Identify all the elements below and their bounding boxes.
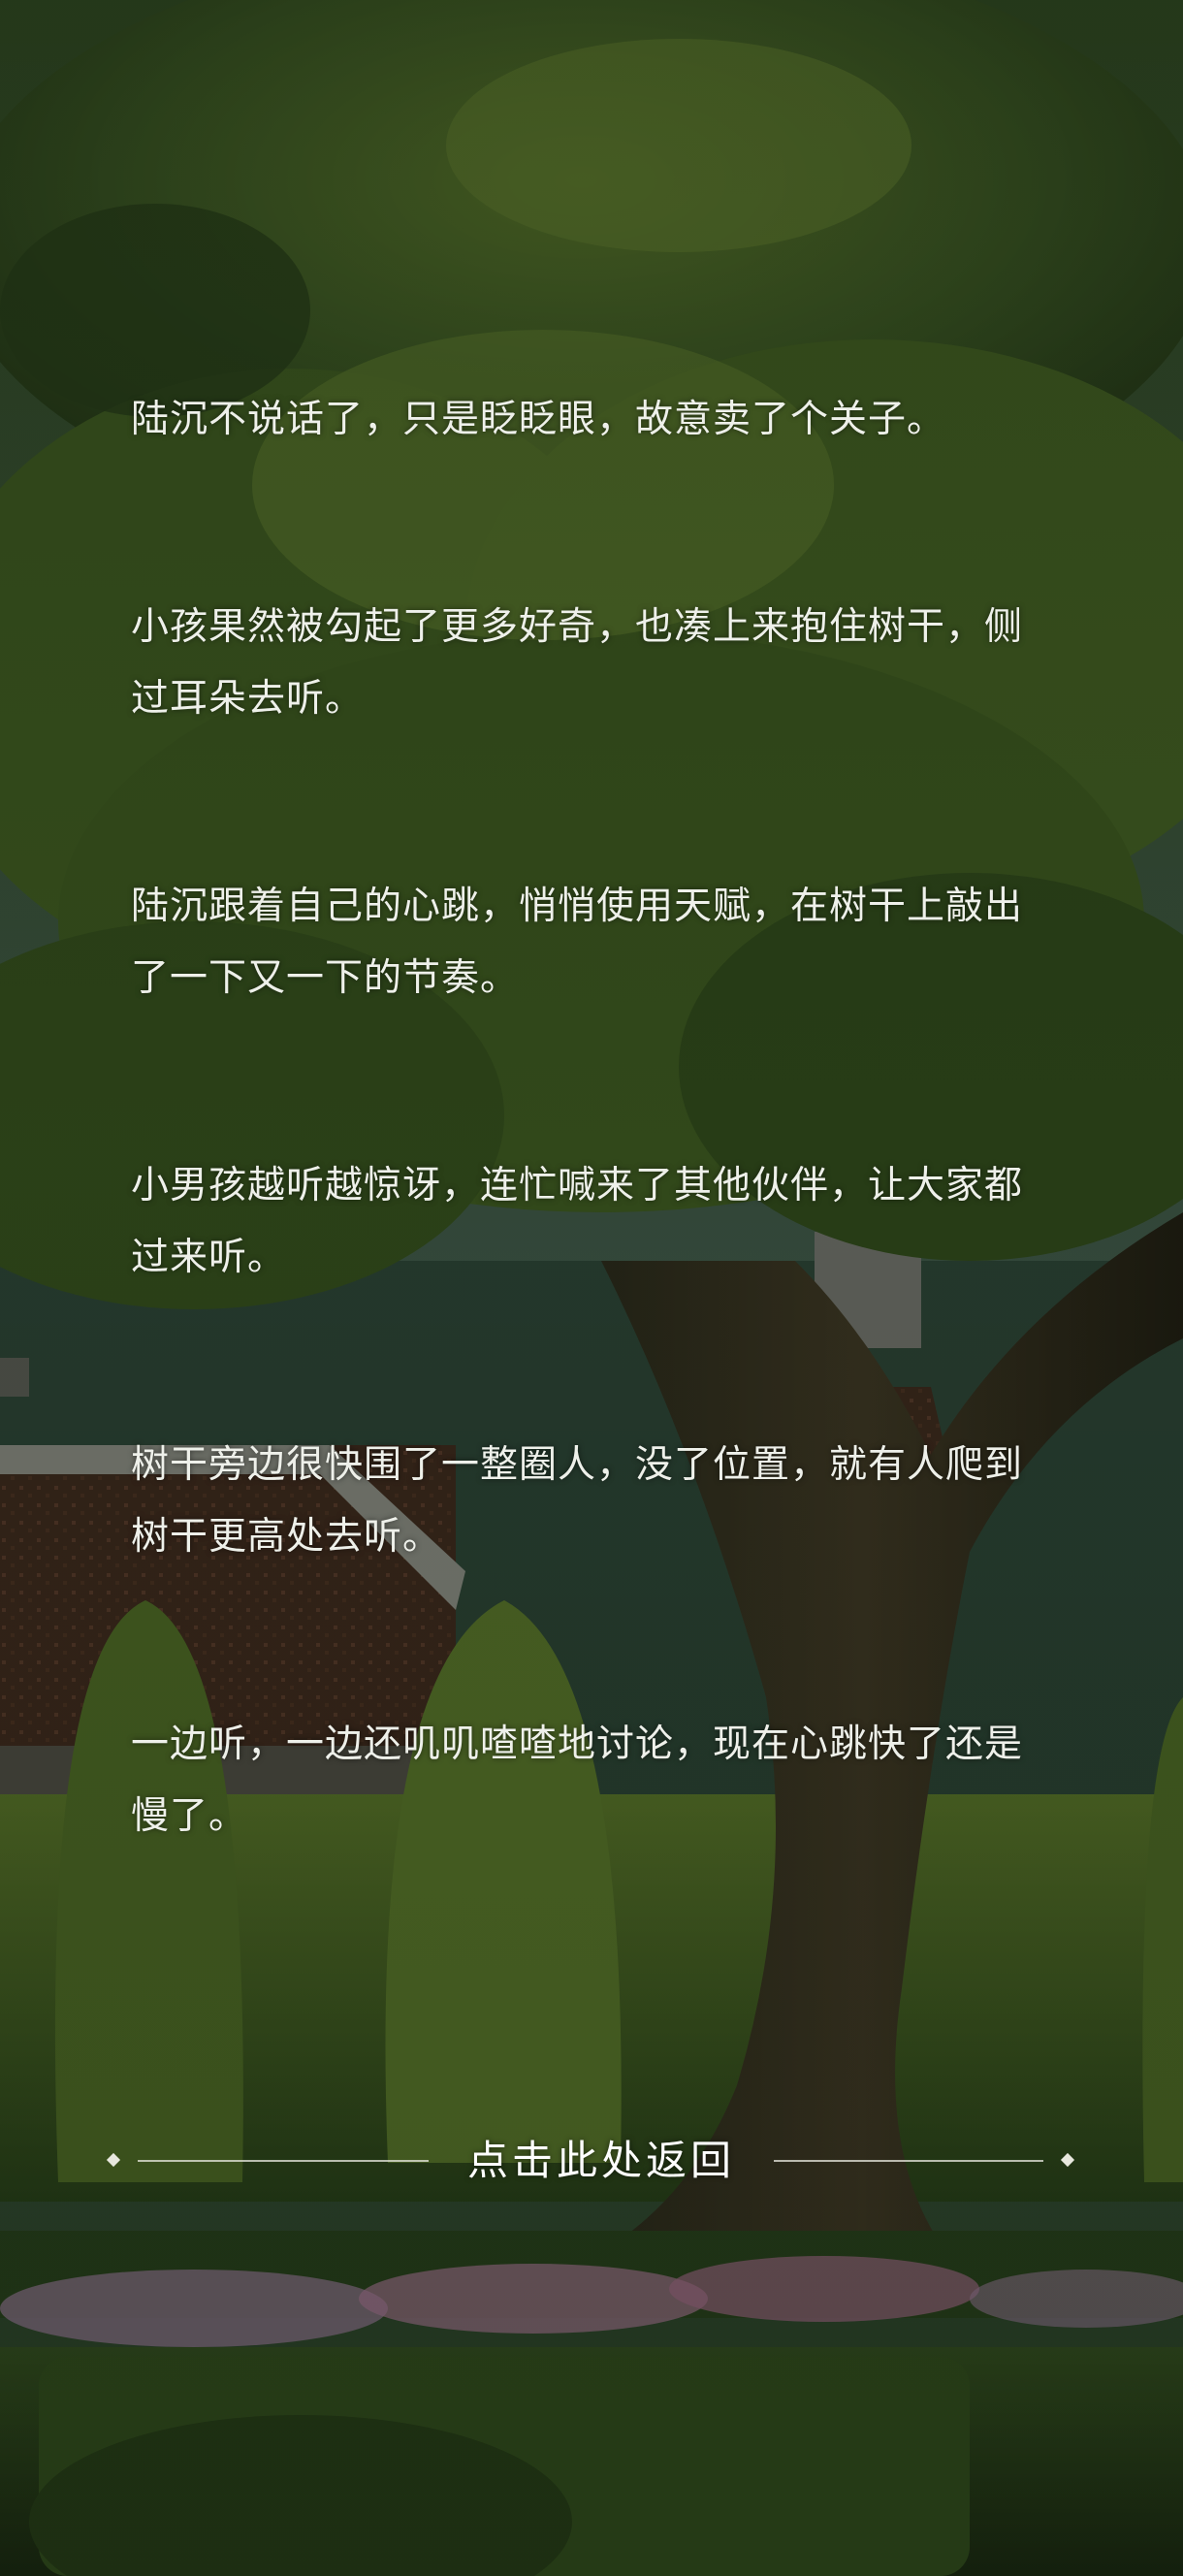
diamond-ornament-icon	[106, 2152, 121, 2168]
story-text-panel: 陆沉不说话了，只是眨眨眼，故意卖了个关子。 小孩果然被勾起了更多好奇，也凑上来抱…	[131, 384, 1057, 1988]
story-paragraph: 陆沉不说话了，只是眨眨眼，故意卖了个关子。	[131, 398, 946, 441]
story-paragraph: 小男孩越听越惊讶，连忙喊来了其他伙伴，让大家都过来听。	[131, 1164, 1024, 1279]
story-paragraph: 陆沉跟着自己的心跳，悄悄使用天赋，在树干上敲出了一下又一下的节奏。	[131, 885, 1024, 1000]
diamond-ornament-icon	[1060, 2152, 1075, 2168]
story-paragraph: 小孩果然被勾起了更多好奇，也凑上来抱住树干，侧过耳朵去听。	[131, 605, 1024, 721]
return-button[interactable]: 点击此处返回	[97, 2126, 1086, 2196]
game-screen: 陆沉不说话了，只是眨眨眼，故意卖了个关子。 小孩果然被勾起了更多好奇，也凑上来抱…	[0, 0, 1183, 2576]
divider-line-left	[138, 2160, 429, 2162]
story-paragraph: 一边听，一边还叽叽喳喳地讨论，现在心跳快了还是慢了。	[131, 1723, 1024, 1838]
story-paragraph: 树干旁边很快围了一整圈人，没了位置，就有人爬到树干更高处去听。	[131, 1443, 1024, 1559]
divider-line-right	[774, 2160, 1043, 2162]
return-button-label[interactable]: 点击此处返回	[429, 2126, 774, 2196]
